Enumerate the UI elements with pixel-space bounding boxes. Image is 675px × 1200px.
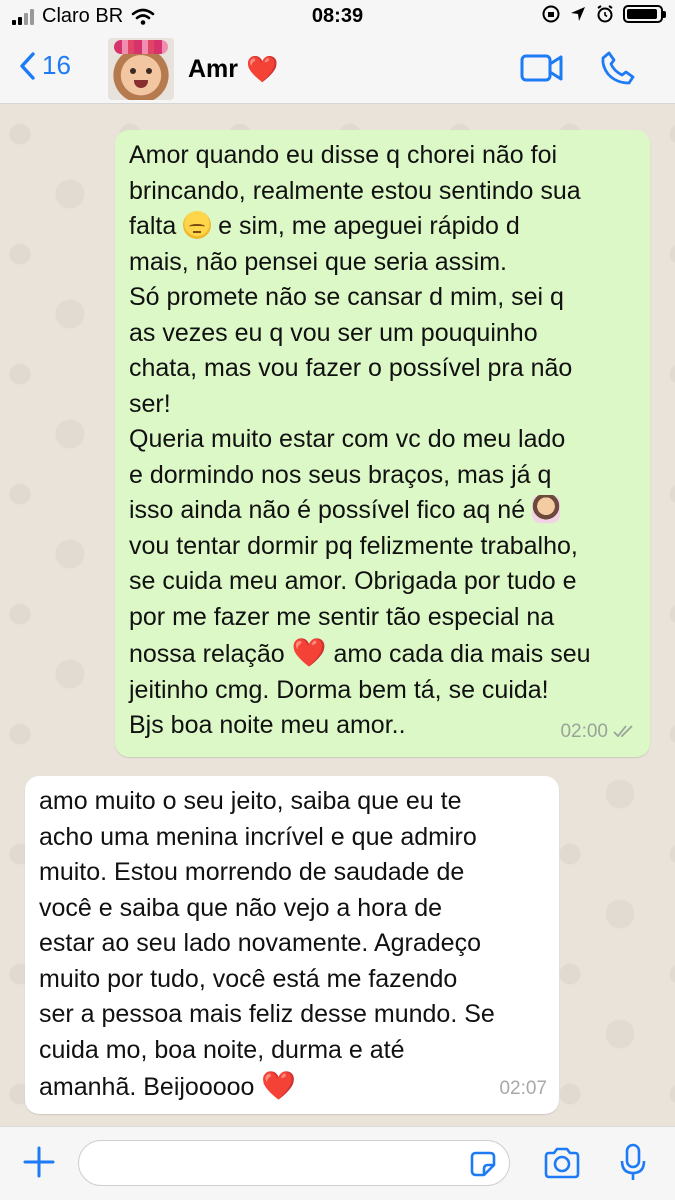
message-line: ser a pessoa mais feliz desse mundo. Se bbox=[39, 1000, 495, 1028]
camera-icon[interactable] bbox=[543, 1147, 581, 1179]
message-line: estar ao seu lado novamente. Agradeço bbox=[39, 929, 481, 957]
whatsapp-chat-screen: Claro BR 08:39 16 Amr ❤️ Amor quando eu … bbox=[0, 0, 675, 1200]
message-text: amanhã. Beijooooo bbox=[39, 1073, 255, 1101]
message-line: você e saiba que não vejo a hora de bbox=[39, 893, 443, 922]
video-call-icon[interactable] bbox=[520, 52, 564, 84]
message-line: se cuida meu amor. Obrigada por tudo e bbox=[129, 567, 577, 595]
message-line: Queria muito estar com vc do meu lado bbox=[129, 425, 566, 453]
pensive-face-icon bbox=[183, 211, 212, 239]
message-line: muito. Estou morrendo de saudade de bbox=[39, 858, 465, 886]
message-line: e dormindo nos seus braços, mas já q bbox=[129, 460, 552, 489]
message-line: Só promete não se cansar d mim, sei q bbox=[129, 283, 564, 311]
message-line: nossa relação ❤️ amo cada dia mais seu bbox=[129, 635, 636, 673]
message-line: ser! bbox=[129, 389, 171, 418]
contact-name[interactable]: Amr ❤️ bbox=[188, 54, 278, 85]
status-right bbox=[541, 4, 666, 24]
incoming-message-bubble[interactable]: amo muito o seu jeito, saiba que eu te a… bbox=[25, 776, 559, 1114]
sticker-icon[interactable] bbox=[468, 1149, 498, 1179]
message-line: jeitinho cmg. Dorma bem tá, se cuida! bbox=[129, 675, 549, 704]
message-line: as vezes eu q vou ser um pouquinho bbox=[129, 318, 538, 347]
message-meta: 02:00 bbox=[560, 714, 636, 750]
chat-header: 16 Amr ❤️ bbox=[0, 34, 675, 104]
message-line: vou tentar dormir pq felizmente trabalho… bbox=[129, 531, 578, 560]
message-list[interactable]: Amor quando eu disse q chorei não foi br… bbox=[0, 104, 675, 1126]
message-line: cuida mo, boa noite, durma e até bbox=[39, 1035, 405, 1064]
avatar-eye bbox=[130, 68, 136, 74]
message-text: isso ainda não é possível fico aq né bbox=[129, 496, 526, 524]
location-arrow-icon bbox=[571, 7, 585, 21]
red-heart-icon: ❤️ bbox=[261, 1070, 297, 1101]
message-line: muito por tudo, você está me fazendo bbox=[39, 964, 458, 993]
flower-crown bbox=[114, 40, 168, 54]
message-time: 02:07 bbox=[499, 1077, 547, 1099]
status-bar: Claro BR 08:39 bbox=[0, 0, 675, 34]
composer-bar bbox=[0, 1126, 675, 1200]
message-line: amo muito o seu jeito, saiba que eu te bbox=[39, 787, 462, 815]
message-line: mais, não pensei que seria assim. bbox=[129, 247, 507, 276]
message-line: falta e sim, me apeguei rápido d bbox=[129, 209, 636, 245]
double-check-icon bbox=[613, 725, 633, 738]
phone-call-icon[interactable] bbox=[600, 50, 636, 86]
battery-icon bbox=[623, 5, 666, 23]
avatar-mouth bbox=[134, 80, 148, 88]
back-chevron-icon bbox=[20, 51, 35, 80]
message-text: amo cada dia mais seu bbox=[333, 640, 591, 668]
contact-avatar[interactable] bbox=[108, 38, 174, 100]
message-text: e sim, me apeguei rápido d bbox=[218, 212, 520, 240]
avatar-eye bbox=[146, 68, 152, 74]
alarm-icon bbox=[597, 5, 613, 23]
message-line: por me fazer me sentir tão especial na bbox=[129, 602, 555, 631]
message-line: brincando, realmente estou sentindo sua bbox=[129, 176, 581, 205]
outgoing-message-bubble[interactable]: Amor quando eu disse q chorei não foi br… bbox=[115, 130, 650, 757]
message-text: nossa relação bbox=[129, 640, 285, 668]
woman-gesturing-no-icon bbox=[532, 495, 561, 523]
unread-count: 16 bbox=[42, 50, 71, 80]
red-heart-icon: ❤️ bbox=[291, 637, 327, 668]
message-text: falta bbox=[129, 212, 177, 240]
message-line: amanhã. Beijooooo ❤️ bbox=[39, 1068, 551, 1106]
message-meta: 02:07 bbox=[499, 1071, 547, 1107]
battery-level bbox=[627, 9, 658, 19]
back-button[interactable]: 16 bbox=[18, 50, 71, 81]
orientation-lock-icon bbox=[542, 5, 560, 23]
microphone-icon[interactable] bbox=[619, 1143, 647, 1183]
plus-icon[interactable] bbox=[22, 1145, 56, 1179]
message-line: Amor quando eu disse q chorei não foi bbox=[129, 141, 558, 169]
message-line: isso ainda não é possível fico aq né bbox=[129, 493, 636, 529]
message-line: acho uma menina incrível e que admiro bbox=[39, 822, 477, 851]
message-time: 02:00 bbox=[560, 720, 608, 742]
message-line: chata, mas vou fazer o possível pra não bbox=[129, 354, 573, 382]
contact-name-text: Amr bbox=[188, 55, 239, 83]
heart-icon: ❤️ bbox=[246, 54, 279, 84]
message-input[interactable] bbox=[78, 1140, 510, 1186]
